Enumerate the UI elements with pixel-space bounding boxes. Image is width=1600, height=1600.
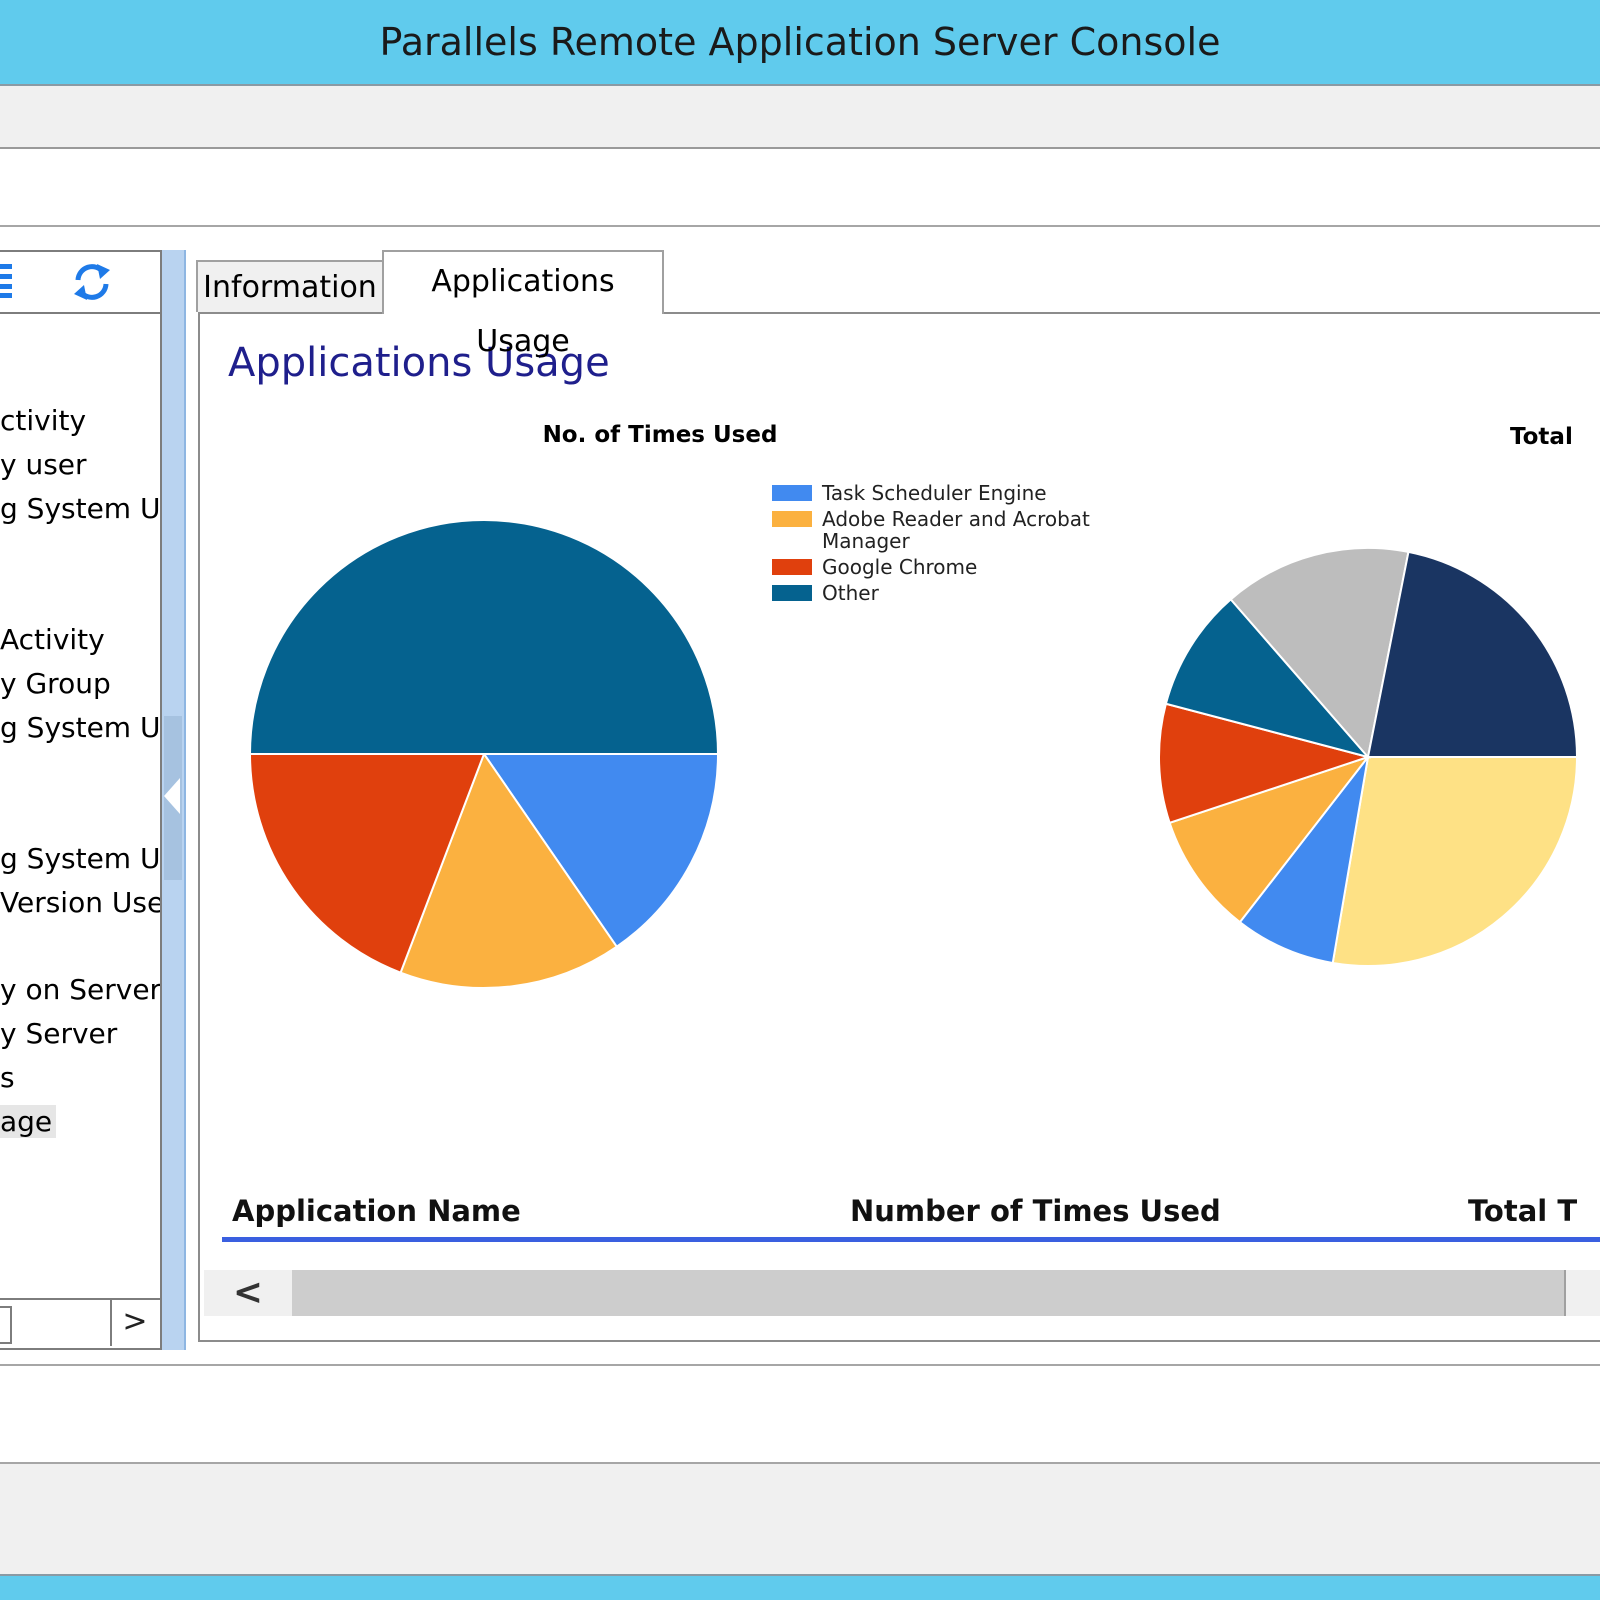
scroll-right-button[interactable]: >: [110, 1300, 158, 1346]
column-header[interactable]: Number of Times Used: [850, 1194, 1221, 1228]
column-header[interactable]: Total T: [1468, 1194, 1577, 1228]
tree-item[interactable]: y on Server: [0, 973, 160, 1006]
navigation-panel: ctivity y user g System Use Activity y G…: [0, 250, 162, 1350]
tree-item[interactable]: ctivity: [0, 404, 86, 437]
report-content: Applications Usage No. of Times Used Tot…: [198, 312, 1600, 1342]
chevron-left-icon: <: [232, 1272, 264, 1313]
refresh-icon[interactable]: [70, 260, 114, 304]
column-header[interactable]: Application Name: [232, 1194, 521, 1228]
tree-item-selected[interactable]: age: [0, 1105, 57, 1138]
scroll-right-button[interactable]: [1564, 1270, 1600, 1316]
panel-splitter[interactable]: [162, 250, 186, 1350]
scroll-left-button[interactable]: <: [204, 1270, 292, 1316]
tree-item[interactable]: s: [0, 1061, 15, 1094]
tab-strip: Information Applications Usage: [196, 250, 1600, 359]
divider: [0, 1364, 1600, 1366]
status-band: [0, 1462, 1600, 1574]
tree-item[interactable]: Activity: [0, 623, 105, 656]
report-tree: ctivity y user g System Use Activity y G…: [0, 314, 160, 1274]
tab-information[interactable]: Information: [196, 260, 384, 312]
tree-item[interactable]: g System Use: [0, 842, 160, 875]
chevron-left-icon[interactable]: [164, 778, 180, 814]
table-header: Application Name Number of Times Used To…: [222, 1194, 1600, 1242]
tree-item[interactable]: y Group: [0, 667, 111, 700]
scrollbar-thumb[interactable]: [0, 1306, 12, 1344]
tree-item[interactable]: y Server: [0, 1017, 117, 1050]
total-time-pie-chart: [1158, 547, 1579, 968]
tree-item[interactable]: g System Use: [0, 711, 160, 744]
tab-applications-usage[interactable]: Applications Usage: [382, 250, 664, 359]
navigation-toolbar: [0, 252, 160, 314]
bottom-bar: [0, 1574, 1600, 1600]
navigation-scrollbar[interactable]: >: [0, 1298, 160, 1348]
chevron-right-icon: >: [122, 1304, 148, 1339]
window-title: Parallels Remote Application Server Cons…: [379, 20, 1221, 64]
title-bar: Parallels Remote Application Server Cons…: [0, 0, 1600, 86]
tree-item[interactable]: y user: [0, 448, 87, 481]
menu-band: [0, 86, 1600, 149]
pie-slice: [1331, 756, 1579, 968]
tree-item[interactable]: g System Use: [0, 492, 160, 525]
list-icon[interactable]: [0, 264, 12, 298]
toolbar-band: [0, 149, 1600, 227]
horizontal-scrollbar[interactable]: <: [204, 1270, 1600, 1316]
tree-item[interactable]: Version Used: [0, 886, 160, 919]
